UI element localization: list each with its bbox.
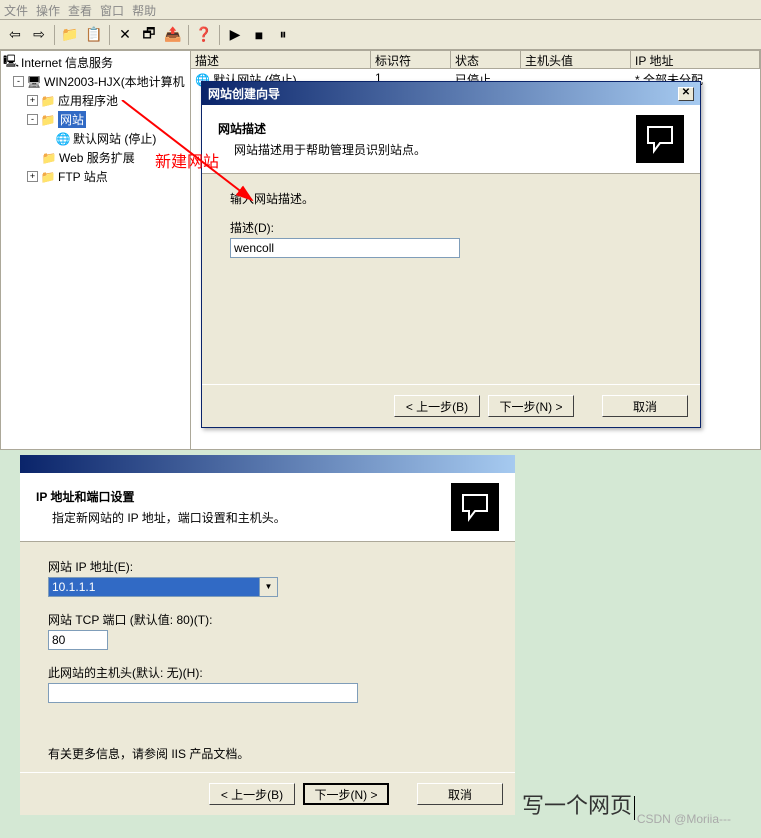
stop-icon[interactable]: ■ <box>248 24 270 46</box>
back-button[interactable]: < 上一步(B) <box>394 395 480 417</box>
tree-label: FTP 站点 <box>58 168 108 185</box>
collapse-icon[interactable]: - <box>27 114 38 125</box>
dialog-buttons: < 上一步(B) 下一步(N) > 取消 <box>202 384 700 427</box>
ip-input[interactable] <box>48 577 260 597</box>
refresh-icon[interactable]: 🗗 <box>138 24 160 46</box>
wizard2-banner-icon <box>451 483 499 531</box>
wizard-subtitle: 网站描述用于帮助管理员识别站点。 <box>218 141 636 158</box>
site-stopped-icon: 🌐 <box>55 131 71 147</box>
close-icon[interactable]: ✕ <box>678 87 694 101</box>
col-desc[interactable]: 描述 <box>191 51 371 68</box>
col-host[interactable]: 主机头值 <box>521 51 631 68</box>
menu-action[interactable]: 操作 <box>36 2 60 17</box>
next-button[interactable]: 下一步(N) > <box>303 783 389 805</box>
delete-icon[interactable]: ✕ <box>114 24 136 46</box>
toolbar: ⇦ ⇨ 📁 📋 ✕ 🗗 📤 ❓ ▶ ■ ⏸ <box>0 20 761 50</box>
dialog2-buttons: < 上一步(B) 下一步(N) > 取消 <box>20 772 515 815</box>
cancel-button[interactable]: 取消 <box>602 395 688 417</box>
annotation-text: 新建网站 <box>155 148 219 172</box>
wizard-prompt: 输入网站描述。 <box>230 190 672 207</box>
tree-label-selected: 网站 <box>58 111 86 128</box>
forward-icon[interactable]: ⇨ <box>28 24 50 46</box>
folder-icon: 📁 <box>40 93 56 109</box>
back-icon[interactable]: ⇦ <box>4 24 26 46</box>
wizard-dialog-2: IP 地址和端口设置 指定新网站的 IP 地址，端口设置和主机头。 网站 IP … <box>20 455 515 815</box>
collapse-icon[interactable]: - <box>13 76 24 87</box>
folder-icon: 📁 <box>40 112 56 128</box>
host-label: 此网站的主机头(默认: 无)(H): <box>48 664 487 681</box>
folder-icon: 📁 <box>40 169 56 185</box>
tree-label: Internet 信息服务 <box>21 54 113 71</box>
menu-window[interactable]: 窗口 <box>100 2 124 17</box>
col-status[interactable]: 状态 <box>451 51 521 68</box>
ip-label: 网站 IP 地址(E): <box>48 558 487 575</box>
properties-icon[interactable]: 📋 <box>83 24 105 46</box>
menubar: 文件 操作 查看 窗口 帮助 <box>0 0 761 20</box>
menu-view[interactable]: 查看 <box>68 2 92 17</box>
next-button[interactable]: 下一步(N) > <box>488 395 574 417</box>
col-id[interactable]: 标识符 <box>371 51 451 68</box>
handwriting-note: 写一个网页 <box>522 788 635 820</box>
back-button[interactable]: < 上一步(B) <box>209 783 295 805</box>
wizard2-header: IP 地址和端口设置 指定新网站的 IP 地址，端口设置和主机头。 <box>20 473 515 542</box>
folder-icon[interactable]: 📁 <box>59 24 81 46</box>
wizard2-body: 网站 IP 地址(E): ▼ 网站 TCP 端口 (默认值: 80)(T): 此… <box>20 542 515 772</box>
dialog-titlebar[interactable]: 网站创建向导 ✕ <box>202 82 700 105</box>
wizard-dialog: 网站创建向导 ✕ 网站描述 网站描述用于帮助管理员识别站点。 输入网站描述。 描… <box>201 81 701 428</box>
expand-icon[interactable]: + <box>27 171 38 182</box>
ip-combo[interactable]: ▼ <box>48 577 278 597</box>
server-icon: 🖥 <box>26 74 42 90</box>
watermark: CSDN @Moriia--- <box>637 812 731 826</box>
menu-file[interactable]: 文件 <box>4 2 28 17</box>
iis-icon: 🖳 <box>3 55 19 71</box>
export-icon[interactable]: 📤 <box>162 24 184 46</box>
folder-icon: 📁 <box>41 150 57 166</box>
help-icon[interactable]: ❓ <box>193 24 215 46</box>
port-input[interactable] <box>48 630 108 650</box>
wizard2-title: IP 地址和端口设置 <box>36 488 451 505</box>
text-cursor <box>634 796 635 820</box>
desc-label: 描述(D): <box>230 219 672 236</box>
dialog2-titlebar <box>20 455 515 473</box>
list-pane: 描述 标识符 状态 主机头值 IP 地址 🌐 默认网站 (停止) 1 已停止 *… <box>191 51 760 449</box>
host-input[interactable] <box>48 683 358 703</box>
menu-help[interactable]: 帮助 <box>132 2 156 17</box>
wizard-banner-icon <box>636 115 684 163</box>
tree-root[interactable]: 🖳 Internet 信息服务 <box>3 53 188 72</box>
expand-icon[interactable]: + <box>27 95 38 106</box>
list-header: 描述 标识符 状态 主机头值 IP 地址 <box>191 51 760 69</box>
tree-label: WIN2003-HJX(本地计算机 <box>44 73 185 90</box>
wizard2-subtitle: 指定新网站的 IP 地址，端口设置和主机头。 <box>36 509 451 526</box>
wizard-body: 输入网站描述。 描述(D): <box>202 174 700 384</box>
wizard-title: 网站描述 <box>218 120 636 137</box>
chevron-down-icon[interactable]: ▼ <box>260 577 278 597</box>
desc-input[interactable] <box>230 238 460 258</box>
cancel-button[interactable]: 取消 <box>417 783 503 805</box>
tree-server[interactable]: - 🖥 WIN2003-HJX(本地计算机 <box>3 72 188 91</box>
wizard2-info: 有关更多信息，请参阅 IIS 产品文档。 <box>48 745 487 762</box>
wizard-header: 网站描述 网站描述用于帮助管理员识别站点。 <box>202 105 700 174</box>
tree-label: 应用程序池 <box>58 92 118 109</box>
play-icon[interactable]: ▶ <box>224 24 246 46</box>
col-ip[interactable]: IP 地址 <box>631 51 760 68</box>
pause-icon[interactable]: ⏸ <box>272 24 294 46</box>
port-label: 网站 TCP 端口 (默认值: 80)(T): <box>48 611 487 628</box>
